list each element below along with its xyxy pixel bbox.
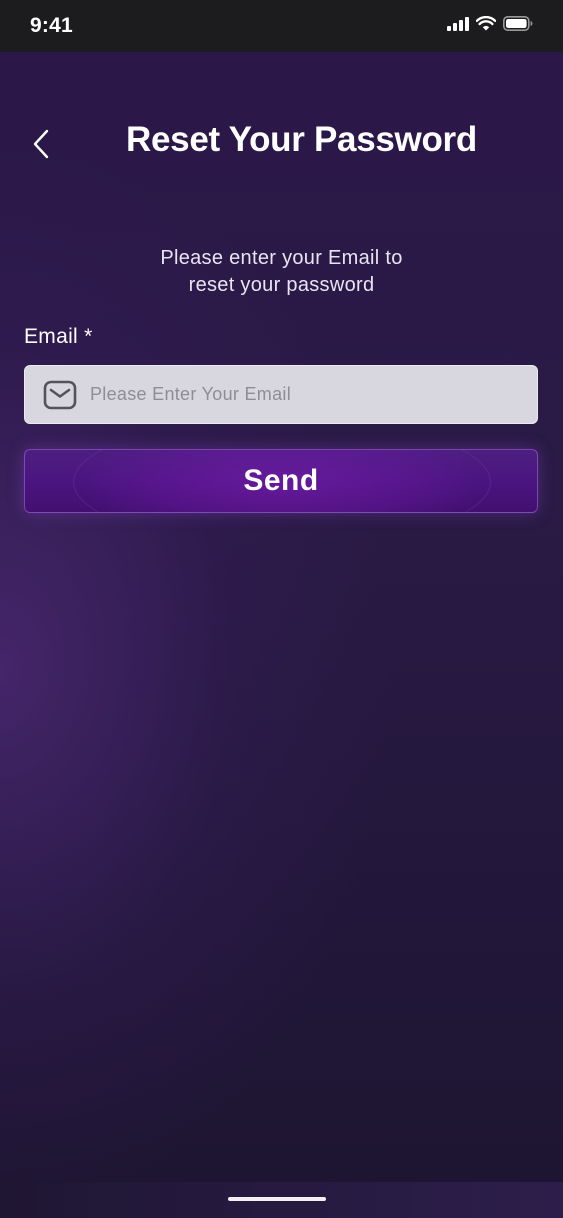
instructions-text: Please enter your Email to reset your pa… xyxy=(0,245,563,299)
email-input[interactable] xyxy=(90,366,530,423)
instructions-line: Please enter your Email to reset your pa… xyxy=(160,247,403,296)
send-button-label: Send xyxy=(243,464,319,497)
status-icons xyxy=(447,15,533,36)
bottom-bar xyxy=(0,1182,563,1218)
send-button[interactable]: Send xyxy=(24,449,538,513)
email-field[interactable] xyxy=(24,365,538,424)
status-bar: 9:41 xyxy=(0,0,563,52)
cellular-signal-icon xyxy=(447,16,469,36)
home-indicator[interactable] xyxy=(228,1197,326,1201)
mail-icon xyxy=(43,380,77,410)
reset-password-screen: Reset Your Password Please enter your Em… xyxy=(0,52,563,1182)
status-time: 9:41 xyxy=(30,14,73,37)
wifi-icon xyxy=(475,15,497,36)
email-label: Email * xyxy=(24,325,93,348)
battery-icon xyxy=(503,16,533,36)
page-title: Reset Your Password xyxy=(126,120,477,159)
